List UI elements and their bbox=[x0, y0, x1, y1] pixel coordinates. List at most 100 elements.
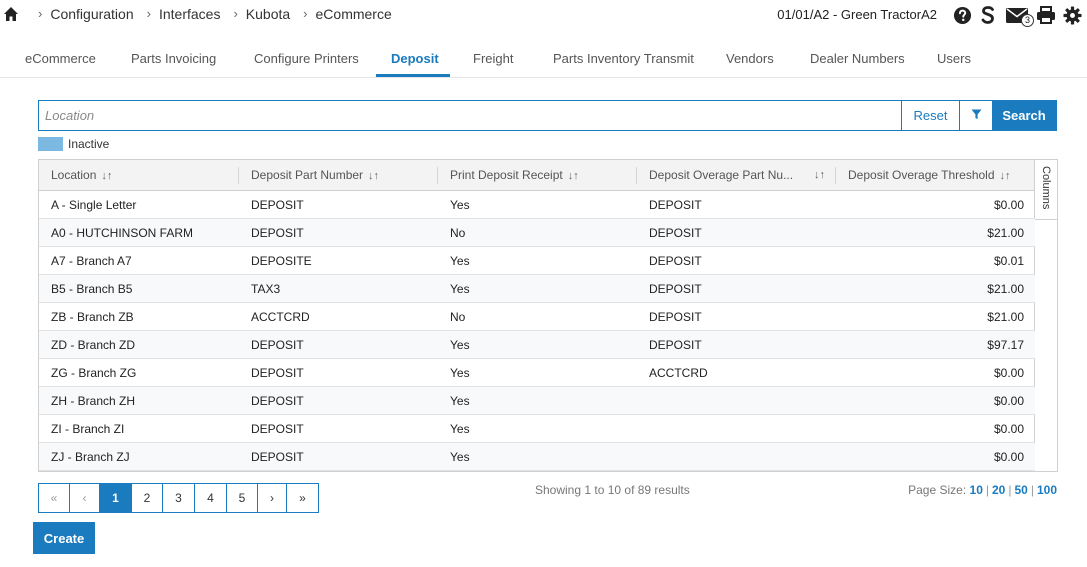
sort-icon: ↓↑ bbox=[101, 170, 113, 182]
cell-location: ZJ - Branch ZJ bbox=[51, 450, 130, 464]
column-header-deposit-part-number[interactable]: Deposit Part Number ↓↑ bbox=[239, 160, 438, 191]
search-button[interactable]: Search bbox=[992, 101, 1056, 130]
tab-ecommerce[interactable]: eCommerce bbox=[25, 51, 96, 66]
columns-panel-toggle[interactable]: Columns bbox=[1034, 160, 1057, 220]
sort-icon: ↓↑ bbox=[567, 170, 579, 182]
gear-icon[interactable] bbox=[1061, 4, 1083, 26]
cell-deposit-part-number: DEPOSIT bbox=[251, 338, 304, 352]
first-page-button[interactable]: « bbox=[39, 484, 70, 512]
column-header-deposit-overage-threshold[interactable]: Deposit Overage Threshold ↓↑ bbox=[836, 160, 1035, 191]
tab-dealer-numbers[interactable]: Dealer Numbers bbox=[810, 51, 905, 66]
table-row[interactable]: ZG - Branch ZG DEPOSIT Yes ACCTCRD $0.00 bbox=[39, 359, 1035, 387]
cell-print-deposit-receipt: No bbox=[450, 310, 466, 324]
cell-deposit-overage-threshold: $0.00 bbox=[993, 366, 1024, 380]
cell-deposit-overage-threshold: $21.00 bbox=[987, 310, 1024, 324]
column-header-print-deposit-receipt[interactable]: Print Deposit Receipt ↓↑ bbox=[438, 160, 637, 191]
page-size-20[interactable]: 20 bbox=[992, 483, 1005, 497]
breadcrumb-interfaces[interactable]: Interfaces bbox=[159, 6, 220, 22]
help-icon[interactable] bbox=[951, 4, 973, 26]
mail-count-badge: 3 bbox=[1021, 14, 1034, 27]
table-row[interactable]: ZJ - Branch ZJ DEPOSIT Yes $0.00 bbox=[39, 443, 1035, 471]
tab-parts-invoicing[interactable]: Parts Invoicing bbox=[131, 51, 216, 66]
table-row[interactable]: ZB - Branch ZB ACCTCRD No DEPOSIT $21.00 bbox=[39, 303, 1035, 331]
page-button-2[interactable]: 2 bbox=[132, 484, 163, 512]
cell-deposit-part-number: DEPOSITE bbox=[251, 254, 312, 268]
tab-users[interactable]: Users bbox=[937, 51, 971, 66]
sort-icon: ↓↑ bbox=[814, 169, 825, 181]
column-header-location[interactable]: Location ↓↑ bbox=[39, 160, 239, 191]
table-row[interactable]: A0 - HUTCHINSON FARM DEPOSIT No DEPOSIT … bbox=[39, 219, 1035, 247]
cell-deposit-part-number: ACCTCRD bbox=[251, 310, 310, 324]
home-icon[interactable] bbox=[3, 6, 19, 22]
page-size-divider: | bbox=[1008, 483, 1012, 497]
table-header: Location ↓↑ Deposit Part Number ↓↑ Print D… bbox=[39, 160, 1035, 191]
page-button-3[interactable]: 3 bbox=[163, 484, 195, 512]
pagination: « ‹ 1 2 3 4 5 › » bbox=[38, 483, 319, 513]
cell-print-deposit-receipt: Yes bbox=[450, 394, 470, 408]
breadcrumb-configuration[interactable]: Configuration bbox=[50, 6, 133, 22]
table-row[interactable]: ZI - Branch ZI DEPOSIT Yes $0.00 bbox=[39, 415, 1035, 443]
tab-vendors[interactable]: Vendors bbox=[726, 51, 774, 66]
tab-parts-inventory-transmit[interactable]: Parts Inventory Transmit bbox=[553, 51, 694, 66]
cell-location: A7 - Branch A7 bbox=[51, 254, 132, 268]
cell-deposit-overage-part-number: DEPOSIT bbox=[649, 282, 702, 296]
cell-print-deposit-receipt: Yes bbox=[450, 450, 470, 464]
columns-label: Columns bbox=[1040, 166, 1052, 210]
page-size-100[interactable]: 100 bbox=[1037, 483, 1057, 497]
cell-deposit-overage-threshold: $97.17 bbox=[987, 338, 1024, 352]
location-search-input[interactable] bbox=[39, 101, 901, 130]
breadcrumb-ecommerce: eCommerce bbox=[315, 6, 392, 22]
cell-location: ZG - Branch ZG bbox=[51, 366, 137, 380]
tab-deposit[interactable]: Deposit bbox=[391, 51, 439, 66]
table-row[interactable]: A - Single Letter DEPOSIT Yes DEPOSIT $0… bbox=[39, 191, 1035, 219]
page-button-1[interactable]: 1 bbox=[100, 484, 132, 512]
sort-icon: ↓↑ bbox=[368, 170, 380, 182]
cell-location: ZD - Branch ZD bbox=[51, 338, 136, 352]
chevron-right-icon: › bbox=[303, 6, 308, 21]
tab-freight[interactable]: Freight bbox=[473, 51, 513, 66]
table-row[interactable]: ZH - Branch ZH DEPOSIT Yes $0.00 bbox=[39, 387, 1035, 415]
table-row[interactable]: ZD - Branch ZD DEPOSIT Yes DEPOSIT $97.1… bbox=[39, 331, 1035, 359]
chevron-right-icon: › bbox=[146, 6, 151, 21]
store-selector[interactable]: 01/01/A2 - Green TractorA2 bbox=[777, 7, 937, 22]
cell-location: ZH - Branch ZH bbox=[51, 394, 136, 408]
settings-tabs: eCommerce Parts Invoicing Configure Prin… bbox=[0, 43, 1087, 78]
search-bar: Reset Search bbox=[38, 100, 1057, 131]
cell-location: ZI - Branch ZI bbox=[51, 422, 125, 436]
s-logo-icon[interactable] bbox=[977, 4, 999, 26]
header-icons: 3 bbox=[951, 4, 1083, 27]
last-page-button[interactable]: » bbox=[287, 484, 318, 512]
page-size-10[interactable]: 10 bbox=[970, 483, 983, 497]
page-button-5[interactable]: 5 bbox=[227, 484, 258, 512]
table-row[interactable]: A7 - Branch A7 DEPOSITE Yes DEPOSIT $0.0… bbox=[39, 247, 1035, 275]
page-size-50[interactable]: 50 bbox=[1014, 483, 1027, 497]
chevron-right-icon: › bbox=[233, 6, 238, 21]
cell-print-deposit-receipt: Yes bbox=[450, 366, 470, 380]
prev-page-button[interactable]: ‹ bbox=[70, 484, 100, 512]
cell-print-deposit-receipt: Yes bbox=[450, 198, 470, 212]
reset-button[interactable]: Reset bbox=[901, 101, 959, 130]
mail-icon[interactable]: 3 bbox=[1003, 4, 1034, 27]
breadcrumb-kubota[interactable]: Kubota bbox=[246, 6, 290, 22]
cell-deposit-overage-threshold: $0.00 bbox=[993, 198, 1024, 212]
cell-location: B5 - Branch B5 bbox=[51, 282, 133, 296]
column-header-deposit-overage-part-number[interactable]: Deposit Overage Part Nu... ↓↑ bbox=[637, 160, 836, 191]
cell-deposit-overage-threshold: $0.00 bbox=[993, 450, 1024, 464]
create-button[interactable]: Create bbox=[33, 522, 95, 554]
cell-location: A0 - HUTCHINSON FARM bbox=[51, 226, 194, 240]
print-icon[interactable] bbox=[1035, 4, 1057, 26]
tab-configure-printers[interactable]: Configure Printers bbox=[254, 51, 359, 66]
inactive-legend: Inactive bbox=[38, 137, 109, 151]
inactive-swatch bbox=[38, 137, 63, 151]
table-row[interactable]: B5 - Branch B5 TAX3 Yes DEPOSIT $21.00 bbox=[39, 275, 1035, 303]
page-button-4[interactable]: 4 bbox=[195, 484, 227, 512]
cell-deposit-overage-threshold: $0.00 bbox=[993, 394, 1024, 408]
cell-print-deposit-receipt: Yes bbox=[450, 422, 470, 436]
top-bar: › Configuration › Interfaces › Kubota › … bbox=[0, 0, 1087, 30]
results-summary: Showing 1 to 10 of 89 results bbox=[535, 483, 690, 497]
cell-print-deposit-receipt: No bbox=[450, 226, 466, 240]
filter-button[interactable] bbox=[959, 101, 992, 130]
next-page-button[interactable]: › bbox=[258, 484, 287, 512]
page-size-selector: Page Size: 10 | 20 | 50 | 100 bbox=[908, 483, 1057, 497]
cell-deposit-part-number: DEPOSIT bbox=[251, 394, 304, 408]
